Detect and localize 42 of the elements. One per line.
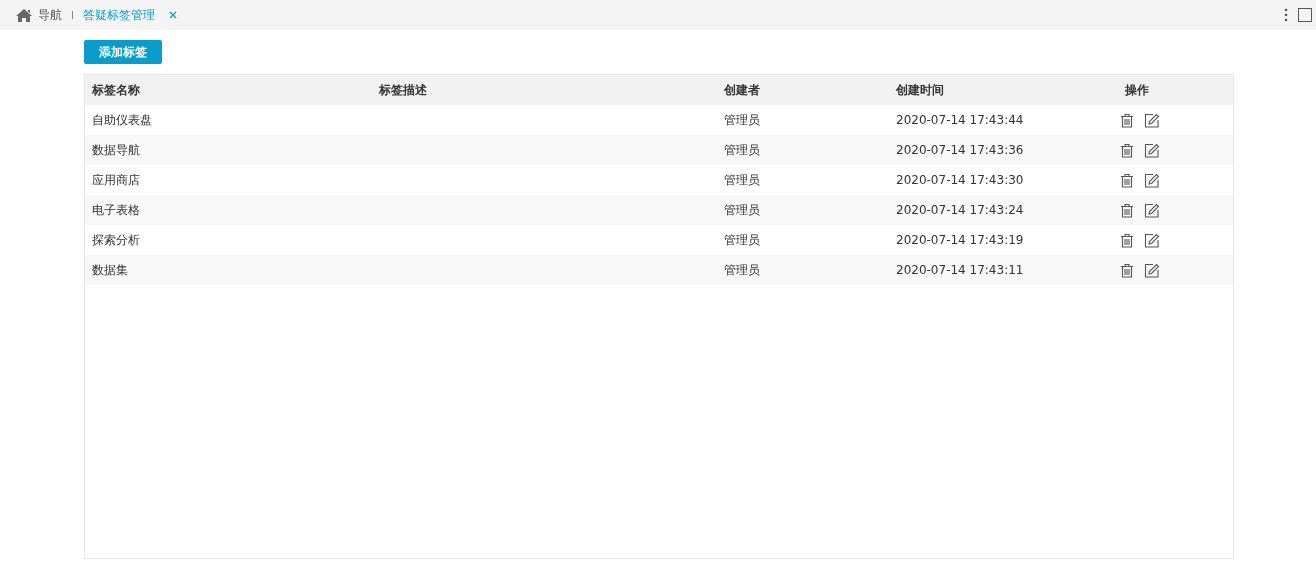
table-cell-text: 应用商店 bbox=[91, 171, 141, 189]
delete-icon[interactable] bbox=[1120, 262, 1134, 278]
column-header: 操作 bbox=[1124, 81, 1150, 99]
table-cell-text: 数据集 bbox=[91, 261, 129, 279]
table-cell-text: 电子表格 bbox=[91, 201, 141, 219]
table-cell-text: 2020-07-14 17:43:30 bbox=[895, 173, 1025, 187]
maximize-icon[interactable] bbox=[1298, 8, 1312, 22]
edit-icon[interactable] bbox=[1144, 112, 1160, 128]
tab[interactable]: 导航 bbox=[16, 6, 62, 24]
edit-icon[interactable] bbox=[1144, 142, 1160, 158]
table-cell-text: 管理员 bbox=[723, 201, 761, 219]
delete-icon[interactable] bbox=[1120, 112, 1134, 128]
table-cell-text: 管理员 bbox=[723, 171, 761, 189]
table-cell-text: 数据导航 bbox=[91, 141, 141, 159]
add-tag-button[interactable]: 添加标签 bbox=[84, 40, 162, 64]
column-header: 创建时间 bbox=[895, 81, 945, 99]
edit-icon[interactable] bbox=[1144, 232, 1160, 248]
table-cell-text: 探索分析 bbox=[91, 231, 141, 249]
table-cell-text: 2020-07-14 17:43:24 bbox=[895, 203, 1025, 217]
column-header: 标签名称 bbox=[91, 81, 141, 99]
tab[interactable]: 答疑标签管理 bbox=[83, 6, 155, 24]
table-cell-text: 2020-07-14 17:43:11 bbox=[895, 263, 1025, 277]
table-cell-text: 2020-07-14 17:43:19 bbox=[895, 233, 1025, 247]
table-cell-text: 管理员 bbox=[723, 261, 761, 279]
delete-icon[interactable] bbox=[1120, 172, 1134, 188]
delete-icon[interactable] bbox=[1120, 232, 1134, 248]
table-cell-text: 管理员 bbox=[723, 231, 761, 249]
edit-icon[interactable] bbox=[1144, 172, 1160, 188]
close-icon[interactable] bbox=[169, 11, 177, 19]
edit-icon[interactable] bbox=[1144, 202, 1160, 218]
column-header: 创建者 bbox=[723, 81, 761, 99]
more-icon[interactable] bbox=[1284, 8, 1288, 22]
table-cell-text: 2020-07-14 17:43:44 bbox=[895, 113, 1025, 127]
table-cell-text: 管理员 bbox=[723, 141, 761, 159]
edit-icon[interactable] bbox=[1144, 262, 1160, 278]
home-icon bbox=[16, 8, 32, 22]
delete-icon[interactable] bbox=[1120, 202, 1134, 218]
column-header: 标签描述 bbox=[378, 81, 428, 99]
table-cell-text: 管理员 bbox=[723, 111, 761, 129]
table-cell-text: 自助仪表盘 bbox=[91, 111, 153, 129]
delete-icon[interactable] bbox=[1120, 142, 1134, 158]
table-cell-text: 2020-07-14 17:43:36 bbox=[895, 143, 1025, 157]
